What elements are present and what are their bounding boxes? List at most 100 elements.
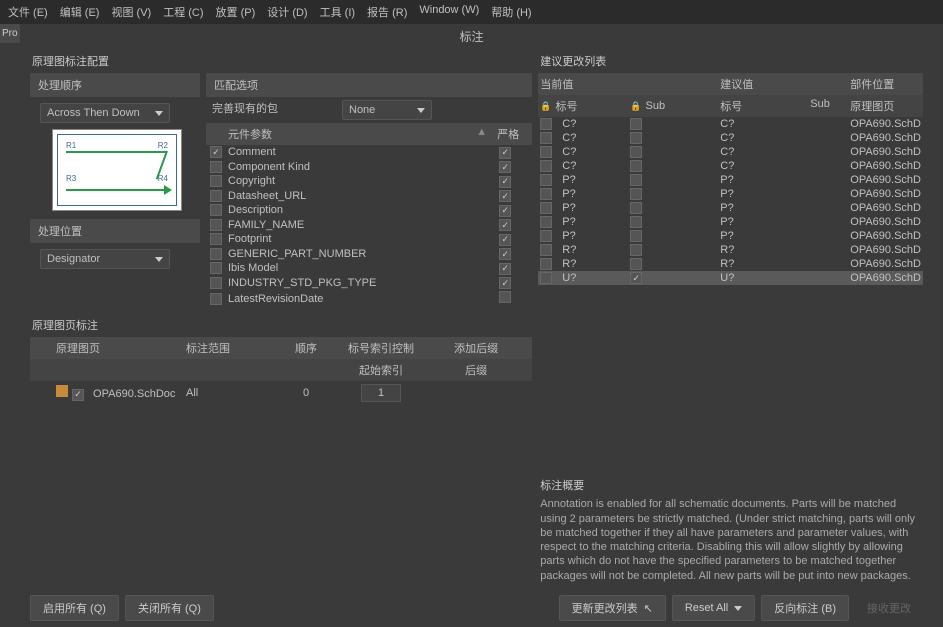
- col-des2[interactable]: 标号: [720, 98, 810, 114]
- change-row[interactable]: C?C?OPA690.SchD: [538, 159, 923, 173]
- col-current[interactable]: 当前值: [540, 76, 720, 92]
- strict-col-header[interactable]: 严格: [488, 126, 528, 142]
- col-page[interactable]: 原理图页: [850, 98, 921, 114]
- projects-tab[interactable]: Pro: [0, 24, 20, 43]
- change-row[interactable]: P?P?OPA690.SchD: [538, 229, 923, 243]
- update-list-button[interactable]: 更新更改列表↖: [559, 595, 666, 621]
- row-checkbox[interactable]: [540, 132, 552, 144]
- param-checkbox[interactable]: [210, 175, 222, 187]
- row-checkbox[interactable]: [540, 230, 552, 242]
- strict-checkbox[interactable]: [499, 263, 511, 275]
- sub-checkbox[interactable]: [630, 244, 642, 256]
- change-row[interactable]: P?P?OPA690.SchD: [538, 201, 923, 215]
- col-range[interactable]: 标注范围: [186, 340, 276, 356]
- strict-checkbox[interactable]: [499, 291, 511, 303]
- sheet-row[interactable]: OPA690.SchDocAll01: [30, 381, 532, 405]
- param-row[interactable]: Description: [206, 203, 532, 218]
- accept-changes-button[interactable]: 接收更改: [855, 595, 923, 621]
- row-checkbox[interactable]: [540, 160, 552, 172]
- change-row[interactable]: R?R?OPA690.SchD: [538, 243, 923, 257]
- row-checkbox[interactable]: [540, 202, 552, 214]
- change-row[interactable]: C?C?OPA690.SchD: [538, 117, 923, 131]
- change-row[interactable]: P?P?OPA690.SchD: [538, 187, 923, 201]
- param-checkbox[interactable]: [210, 190, 222, 202]
- strict-checkbox[interactable]: [499, 161, 511, 173]
- change-row[interactable]: P?P?OPA690.SchD: [538, 215, 923, 229]
- col-idx[interactable]: 起始索引: [336, 362, 426, 378]
- menu-help[interactable]: 帮助 (H): [491, 4, 531, 20]
- param-row[interactable]: Copyright: [206, 174, 532, 189]
- change-row[interactable]: R?R?OPA690.SchD: [538, 257, 923, 271]
- start-index-input[interactable]: 1: [361, 384, 401, 402]
- col-file[interactable]: 原理图页: [36, 340, 186, 356]
- sub-checkbox[interactable]: [630, 202, 642, 214]
- col-loc[interactable]: 部件位置: [850, 76, 921, 92]
- row-checkbox[interactable]: [540, 174, 552, 186]
- sub-checkbox[interactable]: [630, 146, 642, 158]
- param-checkbox[interactable]: [210, 262, 222, 274]
- menu-design[interactable]: 设计 (D): [267, 4, 307, 20]
- strict-checkbox[interactable]: [499, 176, 511, 188]
- sub-checkbox[interactable]: [630, 188, 642, 200]
- complete-dropdown[interactable]: None: [342, 100, 432, 120]
- sub-checkbox[interactable]: [630, 118, 642, 130]
- param-row[interactable]: LatestRevisionDate: [206, 290, 532, 307]
- sub-checkbox[interactable]: [630, 160, 642, 172]
- row-checkbox[interactable]: [540, 244, 552, 256]
- param-checkbox[interactable]: [210, 161, 222, 173]
- col-des1[interactable]: 标号: [555, 98, 577, 114]
- change-row[interactable]: P?P?OPA690.SchD: [538, 173, 923, 187]
- change-row[interactable]: C?C?OPA690.SchD: [538, 145, 923, 159]
- param-checkbox[interactable]: [210, 248, 222, 260]
- row-checkbox[interactable]: [540, 216, 552, 228]
- enable-all-button[interactable]: 启用所有 (Q): [30, 595, 119, 621]
- sub-checkbox[interactable]: [630, 132, 642, 144]
- sub-checkbox[interactable]: [630, 258, 642, 270]
- col-sub1[interactable]: Sub: [645, 100, 665, 112]
- disable-all-button[interactable]: 关闭所有 (Q): [125, 595, 214, 621]
- col-sub2[interactable]: Sub: [810, 98, 850, 114]
- reset-all-button[interactable]: Reset All: [672, 595, 755, 621]
- col-suffix-h[interactable]: 添加后缀: [426, 340, 526, 356]
- menu-window[interactable]: Window (W): [419, 4, 479, 20]
- change-row[interactable]: U?U?OPA690.SchD: [538, 271, 923, 285]
- menu-file[interactable]: 文件 (E): [8, 4, 48, 20]
- menu-project[interactable]: 工程 (C): [163, 4, 203, 20]
- param-row[interactable]: Component Kind: [206, 160, 532, 175]
- param-row[interactable]: Footprint: [206, 232, 532, 247]
- param-checkbox[interactable]: [210, 146, 222, 158]
- row-checkbox[interactable]: [540, 258, 552, 270]
- row-checkbox[interactable]: [540, 118, 552, 130]
- param-row[interactable]: Datasheet_URL: [206, 189, 532, 204]
- menu-tools[interactable]: 工具 (I): [320, 4, 355, 20]
- param-row[interactable]: Comment: [206, 145, 532, 160]
- strict-checkbox[interactable]: [499, 190, 511, 202]
- strict-checkbox[interactable]: [499, 219, 511, 231]
- param-checkbox[interactable]: [210, 219, 222, 231]
- row-checkbox[interactable]: [540, 188, 552, 200]
- strict-checkbox[interactable]: [499, 248, 511, 260]
- param-row[interactable]: Ibis Model: [206, 261, 532, 276]
- param-row[interactable]: GENERIC_PART_NUMBER: [206, 247, 532, 262]
- order-dropdown[interactable]: Across Then Down: [40, 103, 170, 123]
- param-checkbox[interactable]: [210, 204, 222, 216]
- col-suffix[interactable]: 后缀: [426, 362, 526, 378]
- position-dropdown[interactable]: Designator: [40, 249, 170, 269]
- param-checkbox[interactable]: [210, 293, 222, 305]
- param-checkbox[interactable]: [210, 233, 222, 245]
- param-row[interactable]: FAMILY_NAME: [206, 218, 532, 233]
- strict-checkbox[interactable]: [499, 205, 511, 217]
- sub-checkbox[interactable]: [630, 272, 642, 284]
- col-idxctrl[interactable]: 标号索引控制: [336, 340, 426, 356]
- param-row[interactable]: INDUSTRY_STD_PKG_TYPE: [206, 276, 532, 291]
- col-proposed[interactable]: 建议值: [720, 76, 850, 92]
- menu-view[interactable]: 视图 (V): [111, 4, 151, 20]
- col-order[interactable]: 顺序: [276, 340, 336, 356]
- row-checkbox[interactable]: [540, 146, 552, 158]
- menu-edit[interactable]: 编辑 (E): [60, 4, 100, 20]
- param-col-header[interactable]: 元件参数: [228, 126, 476, 142]
- row-checkbox[interactable]: [540, 272, 552, 284]
- menu-place[interactable]: 放置 (P): [216, 4, 256, 20]
- strict-checkbox[interactable]: [499, 147, 511, 159]
- strict-checkbox[interactable]: [499, 234, 511, 246]
